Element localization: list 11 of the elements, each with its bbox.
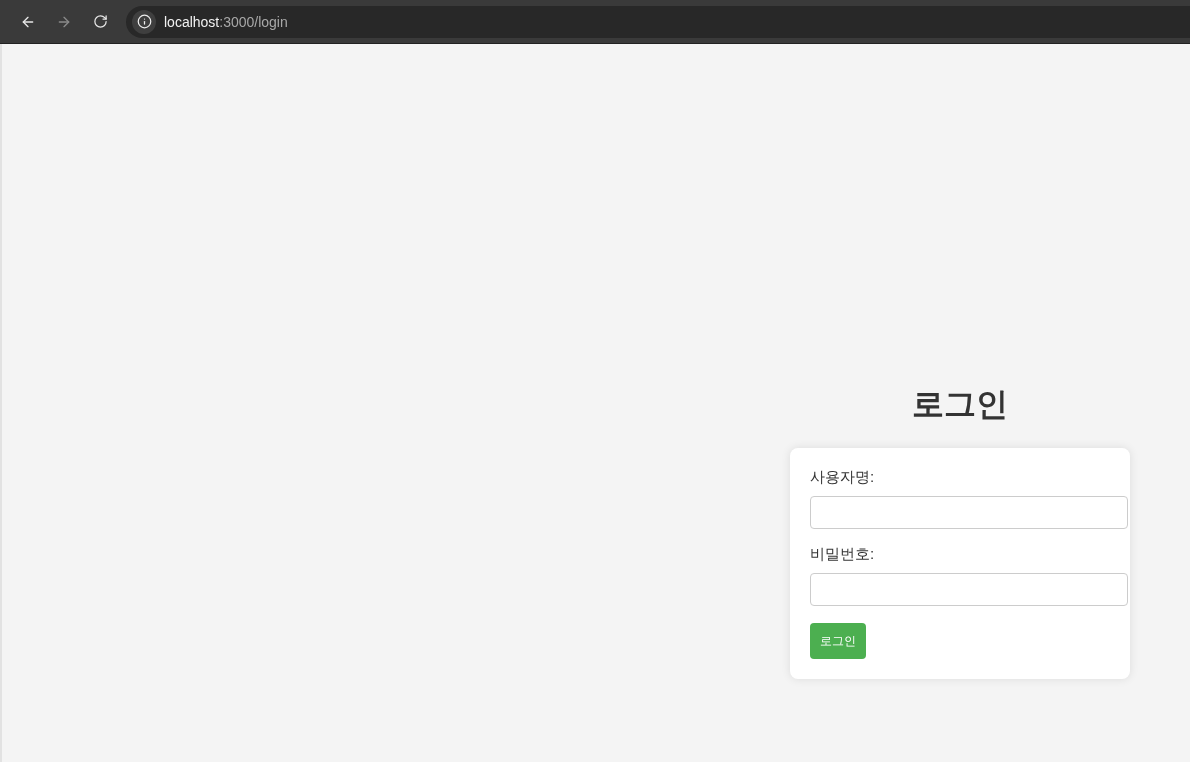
- url-path: :3000/login: [219, 13, 288, 30]
- login-title: 로그인: [912, 385, 1008, 424]
- input-field[interactable]: [810, 573, 1128, 606]
- info-icon: [136, 14, 152, 29]
- address-bar[interactable]: localhost:3000/login: [126, 5, 1190, 38]
- field-label: 사용자명:: [810, 467, 876, 487]
- url-host: localhost: [164, 13, 220, 30]
- input-field[interactable]: [810, 496, 1128, 529]
- field-label: 비밀번호:: [810, 544, 876, 564]
- info-button[interactable]: [132, 9, 156, 34]
- reload-icon: [92, 14, 108, 29]
